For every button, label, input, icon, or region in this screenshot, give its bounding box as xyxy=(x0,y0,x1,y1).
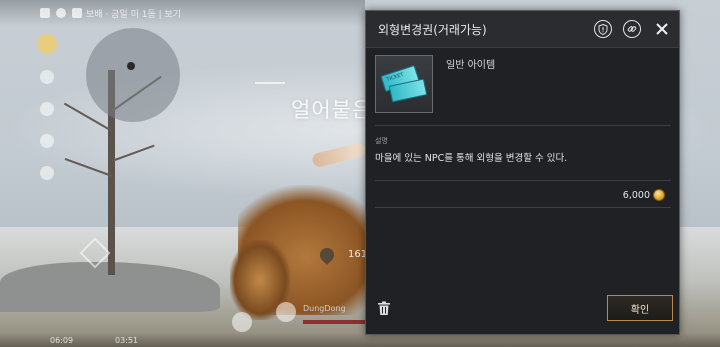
chain-link-glyph xyxy=(627,26,637,32)
close-button[interactable] xyxy=(653,20,671,38)
group-icon[interactable] xyxy=(40,70,54,84)
divider xyxy=(375,207,671,208)
item-icon-frame: TICKET xyxy=(375,55,433,113)
description-label: 설명 xyxy=(375,137,388,145)
item-description: 마을에 있는 NPC를 통해 외형을 변경할 수 있다. xyxy=(375,153,568,164)
ticket-label: TICKET xyxy=(385,71,405,83)
time-right: 03:51 xyxy=(115,336,139,345)
price-value: 6,000 xyxy=(622,189,650,201)
auto-battle-icon[interactable] xyxy=(276,302,296,322)
panel-header: 외형변경권(거래가능) xyxy=(366,11,679,48)
divider xyxy=(375,180,671,181)
item-grade: 일반 아이템 xyxy=(446,60,496,71)
zone-title: 얼어붙은 xyxy=(291,98,373,122)
confirm-button[interactable]: 확인 xyxy=(607,295,673,321)
emote-icon[interactable] xyxy=(232,312,252,332)
trash-icon xyxy=(378,301,390,315)
zone-title-ornament xyxy=(255,82,285,84)
mail-icon[interactable] xyxy=(40,102,54,116)
player-hp-bar xyxy=(303,320,365,324)
gold-coin-icon xyxy=(653,189,665,201)
swords-icon[interactable] xyxy=(72,8,82,18)
player-name: DungDong xyxy=(303,304,346,313)
item-price: 6,000 xyxy=(623,189,665,201)
delete-button[interactable] xyxy=(377,301,391,316)
close-icon xyxy=(656,23,668,35)
divider xyxy=(375,125,671,126)
alarm-icon[interactable] xyxy=(40,134,54,148)
exclamation-shield-glyph xyxy=(598,23,608,35)
minimap[interactable] xyxy=(86,28,180,122)
item-detail-panel: 외형변경권(거래가능) TICKET 일반 아이템 설명 마을에 있는 NPC를… xyxy=(365,10,680,335)
settings-icon[interactable] xyxy=(56,8,66,18)
time-left: 06:09 xyxy=(50,336,74,345)
top-status-text: 보배 · 금일 미 1등 | 보기 xyxy=(86,10,182,20)
minimap-player-marker xyxy=(127,62,135,70)
camera-icon[interactable] xyxy=(40,8,50,18)
bottom-status-bar xyxy=(0,333,720,347)
top-status-bar: 보배 · 금일 미 1등 | 보기 xyxy=(0,0,365,26)
character-portrait-icon[interactable] xyxy=(37,34,57,54)
item-title: 외형변경권(거래가능) xyxy=(378,23,487,37)
exclamation-shield-icon[interactable] xyxy=(594,20,612,38)
chat-icon[interactable] xyxy=(40,166,54,180)
chain-link-icon[interactable] xyxy=(623,20,641,38)
